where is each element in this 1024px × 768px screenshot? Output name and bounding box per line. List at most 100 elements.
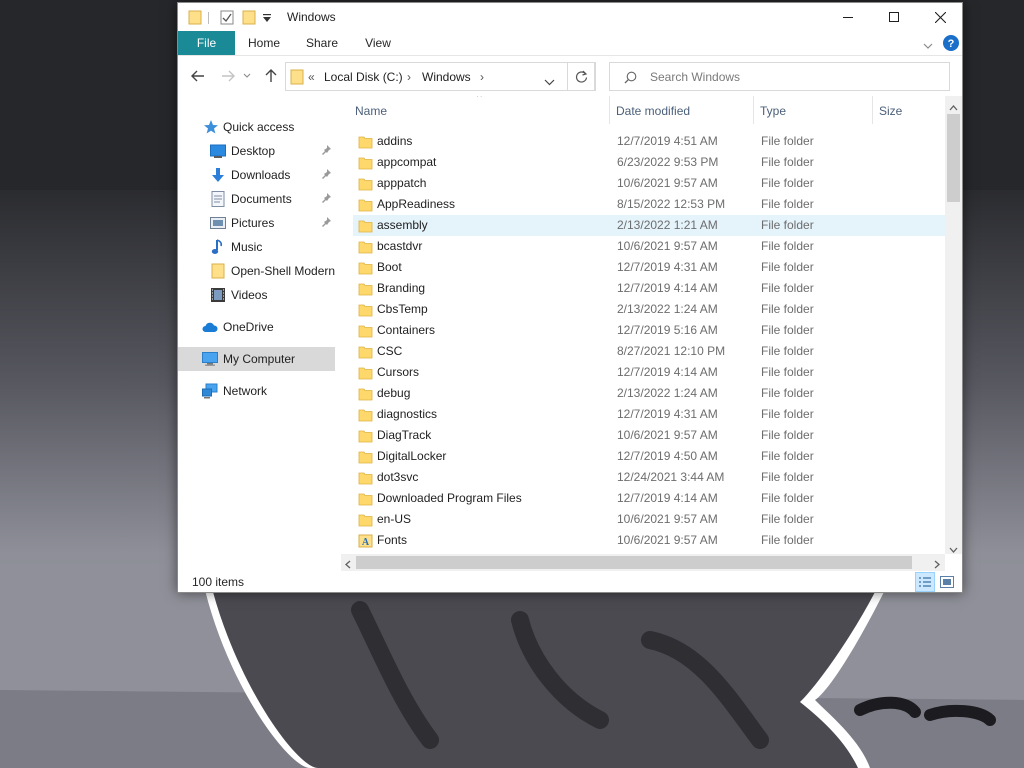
tab-home[interactable]: Home [240, 31, 288, 55]
file-name: appcompat [377, 155, 437, 169]
file-row[interactable]: Containers 12/7/2019 5:16 AM File folder [353, 320, 945, 341]
new-folder-icon[interactable] [242, 9, 256, 28]
file-type: File folder [761, 386, 814, 400]
file-row[interactable]: CbsTemp 2/13/2022 1:24 AM File folder [353, 299, 945, 320]
file-row[interactable]: appcompat 6/23/2022 9:53 PM File folder [353, 152, 945, 173]
file-date-modified: 2/13/2022 1:21 AM [617, 218, 718, 232]
back-button[interactable] [188, 66, 208, 86]
pin-icon[interactable] [320, 192, 332, 204]
column-divider[interactable] [609, 96, 610, 124]
file-name: dot3svc [377, 470, 419, 484]
maximize-button[interactable] [871, 3, 917, 31]
properties-checkmark-icon[interactable] [220, 9, 234, 28]
file-row[interactable]: assembly 2/13/2022 1:21 AM File folder [353, 215, 945, 236]
file-row[interactable]: Cursors 12/7/2019 4:14 AM File folder [353, 362, 945, 383]
breadcrumb-separator[interactable]: › [480, 70, 484, 84]
nav-item-downloads[interactable]: Downloads [178, 163, 338, 187]
nav-item-pictures[interactable]: Pictures [178, 211, 338, 235]
horizontal-scrollbar[interactable] [341, 554, 945, 571]
pin-icon[interactable] [320, 216, 332, 228]
nav-item-my-computer[interactable]: My Computer [178, 347, 335, 371]
column-header-type[interactable]: Type [760, 104, 786, 118]
file-date-modified: 8/27/2021 12:10 PM [617, 344, 726, 358]
file-name: Containers [377, 323, 436, 337]
details-view-button[interactable] [915, 572, 935, 592]
scroll-up-arrow-icon[interactable] [949, 100, 958, 114]
file-row[interactable]: debug 2/13/2022 1:24 AM File folder [353, 383, 945, 404]
scroll-left-arrow-icon[interactable] [345, 558, 351, 572]
breadcrumb-local-disk[interactable]: Local Disk (C:) [324, 70, 403, 84]
folder-icon [358, 428, 374, 443]
file-row[interactable]: Branding 12/7/2019 4:14 AM File folder [353, 278, 945, 299]
nav-item-quick-access[interactable]: Quick access [178, 115, 338, 139]
nav-item-desktop[interactable]: Desktop [178, 139, 338, 163]
tab-share[interactable]: Share [298, 31, 346, 55]
breadcrumb-overflow[interactable]: « [308, 70, 315, 84]
title-bar[interactable]: Windows [178, 3, 962, 31]
film-icon [210, 287, 226, 303]
folder-icon [188, 9, 202, 28]
horizontal-scroll-thumb[interactable] [356, 556, 912, 569]
up-button[interactable] [261, 66, 281, 86]
file-row[interactable]: bcastdvr 10/6/2021 9:57 AM File folder [353, 236, 945, 257]
refresh-button[interactable] [567, 62, 596, 91]
folder-icon [358, 407, 374, 422]
scroll-right-arrow-icon[interactable] [934, 558, 940, 572]
file-row[interactable]: AppReadiness 8/15/2022 12:53 PM File folde… [353, 194, 945, 215]
file-row[interactable]: en-US 10/6/2021 9:57 AM File folder [353, 509, 945, 530]
column-header-name[interactable]: Name [355, 104, 387, 118]
nav-item-label: Pictures [231, 216, 275, 230]
nav-item-network[interactable]: Network [178, 379, 338, 403]
address-dropdown-chevron-icon[interactable] [544, 75, 555, 89]
folder-icon [358, 344, 374, 359]
file-date-modified: 12/7/2019 4:31 AM [617, 260, 718, 274]
nav-item-music[interactable]: Music [178, 235, 338, 259]
breadcrumb-windows[interactable]: Windows [422, 70, 471, 84]
recent-locations-button[interactable] [242, 66, 252, 86]
pin-icon[interactable] [320, 168, 332, 180]
expand-ribbon-chevron-icon[interactable] [923, 39, 933, 53]
file-name: diagnostics [377, 407, 438, 421]
svg-text:?: ? [948, 38, 955, 50]
nav-item-documents[interactable]: Documents [178, 187, 338, 211]
back-arrow-icon [191, 70, 204, 82]
tab-view[interactable]: View [354, 31, 402, 55]
file-row[interactable]: CSC 8/27/2021 12:10 PM File folder [353, 341, 945, 362]
nav-item-videos[interactable]: Videos [178, 283, 338, 307]
customize-dropdown-icon[interactable] [262, 13, 272, 27]
file-row[interactable]: dot3svc 12/24/2021 3:44 AM File folder [353, 467, 945, 488]
scroll-down-arrow-icon[interactable] [949, 542, 958, 556]
file-row[interactable]: addins 12/7/2019 4:51 AM File folder [353, 131, 945, 152]
large-icons-view-button[interactable] [937, 572, 957, 592]
search-box[interactable]: Search Windows [609, 62, 950, 91]
folder-icon [358, 323, 374, 338]
column-header-size[interactable]: Size [879, 104, 902, 118]
search-input[interactable]: Search Windows [650, 70, 740, 84]
file-row[interactable]: apppatch 10/6/2021 9:57 AM File folder [353, 173, 945, 194]
minimize-button[interactable] [825, 3, 871, 31]
close-button[interactable] [917, 3, 962, 31]
column-divider[interactable] [872, 96, 873, 124]
vertical-scroll-thumb[interactable] [947, 114, 960, 202]
file-type: File folder [761, 176, 814, 190]
file-name: Cursors [377, 365, 420, 379]
column-divider[interactable] [753, 96, 754, 124]
file-date-modified: 10/6/2021 9:57 AM [617, 512, 718, 526]
file-row[interactable]: diagnostics 12/7/2019 4:31 AM File folder [353, 404, 945, 425]
file-row[interactable]: DigitalLocker 12/7/2019 4:50 AM File folde… [353, 446, 945, 467]
pin-icon[interactable] [320, 144, 332, 156]
nav-item-label: My Computer [223, 352, 296, 366]
vertical-scrollbar[interactable] [945, 96, 962, 554]
file-row[interactable]: Boot 12/7/2019 4:31 AM File folder [353, 257, 945, 278]
file-row[interactable]: Downloaded Program Files 12/7/2019 4:14 A… [353, 488, 945, 509]
tab-file[interactable]: File [178, 31, 235, 55]
file-row[interactable]: DiagTrack 10/6/2021 9:57 AM File folder [353, 425, 945, 446]
column-header-date-modified[interactable]: Date modified [616, 104, 690, 118]
breadcrumb-separator[interactable]: › [407, 70, 411, 84]
file-row[interactable]: A Fonts 10/6/2021 9:57 AM File folder [353, 530, 945, 551]
nav-item-open-shell-modern[interactable]: Open-Shell Modern [178, 259, 338, 283]
help-icon[interactable]: ? [943, 35, 959, 54]
nav-item-onedrive[interactable]: OneDrive [178, 315, 338, 339]
forward-button[interactable] [218, 66, 238, 86]
address-bar[interactable]: « Local Disk (C:) › Windows › [285, 62, 595, 91]
